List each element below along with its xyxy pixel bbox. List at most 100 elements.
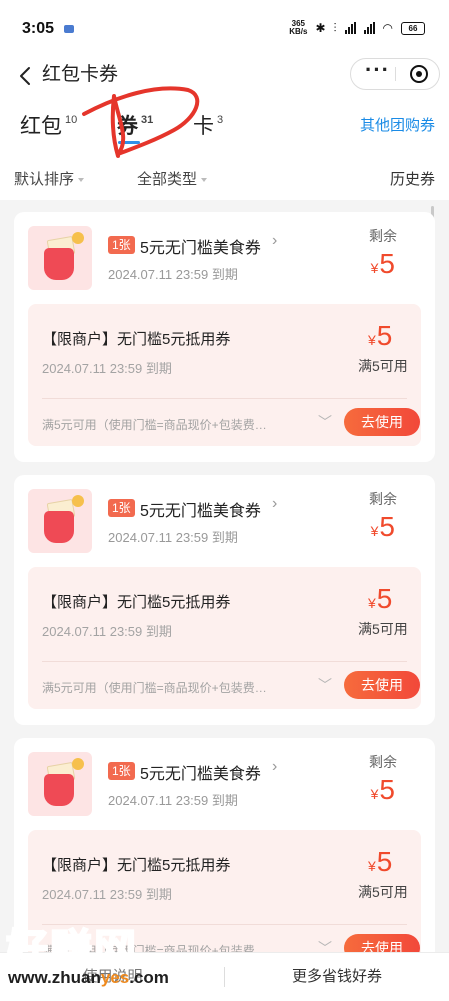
tab-quan[interactable]: 券 31 [117,110,153,140]
sort-label: 默认排序 [14,171,75,188]
vibrate-icon: ⫶ [333,20,337,35]
use-button[interactable]: 去使用 [344,671,420,699]
watermark-url-suffix: .com [129,968,169,987]
tab-label: 券 [117,115,138,138]
expand-rule-icon[interactable]: ﹀ [318,412,332,432]
remain-value: 5 [379,511,395,542]
remain-label: 剩余 [369,228,397,244]
voucher-amount-value: 5 [376,320,393,351]
currency-symbol: ¥ [370,786,379,802]
voucher-detail: 【限商户】无门槛5元抵用券 2024.07.11 23:59 到期 ¥5 满5可… [28,567,421,709]
active-tab-indicator [118,141,140,144]
watermark-url-highlight: yes [100,968,130,987]
page-title: 红包卡券 [42,64,119,85]
remain-label: 剩余 [369,491,397,507]
currency-symbol: ¥ [368,858,376,874]
card-expire: 2024.07.11 23:59 到期 [108,267,238,282]
currency-symbol: ¥ [368,332,376,348]
currency-symbol: ¥ [370,523,379,539]
status-icons: 365 KB/s ✱ ⫶ ◠ 66 [289,20,425,36]
type-label: 全部类型 [137,171,198,188]
card-title[interactable]: 5元无门槛美食券 [140,760,261,784]
mini-program-capsule: ··· [350,57,440,90]
card-title[interactable]: 5元无门槛美食券 [140,234,261,258]
tab-bar: 红包 10 券 31 卡3 其他团购券 [0,96,449,154]
remain-amount: ¥5 [371,774,395,806]
voucher-title: 【限商户】无门槛5元抵用券 [42,594,231,611]
card-title[interactable]: 5元无门槛美食券 [140,497,261,521]
caret-down-icon [78,178,85,183]
voucher-title: 【限商户】无门槛5元抵用券 [42,857,231,874]
tab-count: 10 [65,114,78,126]
voucher-condition: 满5可用 [358,884,408,900]
count-badge: 1张 [108,499,135,517]
divider [42,398,407,399]
watermark-url: www.zhuanyes.com [8,968,169,988]
card-expire: 2024.07.11 23:59 到期 [108,530,238,545]
voucher-rule[interactable]: 满5元可用（使用门槛=商品现价+包装费… [42,416,312,433]
voucher-rule[interactable]: 满5元可用（使用门槛=商品现价+包装费… [42,679,312,696]
expand-rule-icon[interactable]: ﹀ [318,938,332,952]
caret-down-icon [201,178,208,183]
history-vouchers-link[interactable]: 历史券 [390,168,435,189]
bluetooth-icon: ✱ [315,21,326,35]
voucher-card: 1张 5元无门槛美食券 › 2024.07.11 23:59 到期 剩余 ¥5 … [14,212,435,462]
chevron-right-icon[interactable]: › [272,758,277,776]
red-envelope-icon [28,752,92,816]
tab-count: 31 [141,114,154,126]
wifi-icon: ◠ [382,21,393,35]
remain-value: 5 [379,774,395,805]
voucher-amount: ¥5 [368,846,392,878]
voucher-amount: ¥5 [368,320,392,352]
remain-value: 5 [379,248,395,279]
nav-bar: 红包卡券 ··· [0,57,449,96]
status-bar: 3:05 365 KB/s ✱ ⫶ ◠ 66 [0,0,449,58]
back-arrow-icon[interactable] [14,64,38,88]
voucher-amount-value: 5 [376,846,393,877]
count-badge: 1张 [108,236,135,254]
currency-symbol: ¥ [368,595,376,611]
voucher-condition: 满5可用 [358,621,408,637]
red-envelope-icon [28,489,92,553]
more-coupons-link[interactable]: 更多省钱好券 [225,953,449,1001]
voucher-list[interactable]: 1张 5元无门槛美食券 › 2024.07.11 23:59 到期 剩余 ¥5 … [0,200,449,952]
filter-bar: 默认排序 全部类型 历史券 [0,154,449,200]
currency-symbol: ¥ [370,260,379,276]
app-notification-icon [64,25,74,33]
tab-hongbao[interactable]: 红包 10 [20,110,77,140]
voucher-title: 【限商户】无门槛5元抵用券 [42,331,231,348]
net-speed: 365 KB/s [289,20,307,36]
type-dropdown[interactable]: 全部类型 [137,168,208,189]
signal-icon [344,22,356,34]
signal-icon-2 [363,22,375,34]
use-button[interactable]: 去使用 [344,934,420,952]
chevron-right-icon[interactable]: › [272,495,277,513]
expand-rule-icon[interactable]: ﹀ [318,675,332,695]
divider [42,661,407,662]
net-speed-unit: KB/s [289,27,308,36]
site-watermark: 好赚网 www.zhuanyes.com [5,916,196,996]
tab-count: 3 [217,114,224,126]
other-group-vouchers-link[interactable]: 其他团购券 [360,114,435,135]
count-badge: 1张 [108,762,135,780]
voucher-expire: 2024.07.11 23:59 到期 [42,361,172,376]
sort-dropdown[interactable]: 默认排序 [14,168,85,189]
watermark-url-prefix: www.zhuan [8,968,101,987]
use-button[interactable]: 去使用 [344,408,420,436]
close-miniprogram-icon[interactable] [410,65,428,83]
voucher-expire: 2024.07.11 23:59 到期 [42,624,172,639]
tab-label: 红包 [20,115,62,138]
voucher-amount-value: 5 [376,583,393,614]
remain-amount: ¥5 [371,248,395,280]
voucher-condition: 满5可用 [358,358,408,374]
voucher-expire: 2024.07.11 23:59 到期 [42,887,172,902]
remain-label: 剩余 [369,754,397,770]
tab-ka[interactable]: 卡3 [193,110,223,140]
voucher-amount: ¥5 [368,583,392,615]
battery-icon: 66 [401,21,425,35]
capsule-divider [395,67,396,81]
chevron-right-icon[interactable]: › [272,232,277,250]
red-envelope-icon [28,226,92,290]
card-expire: 2024.07.11 23:59 到期 [108,793,238,808]
more-icon[interactable]: ··· [365,57,390,83]
